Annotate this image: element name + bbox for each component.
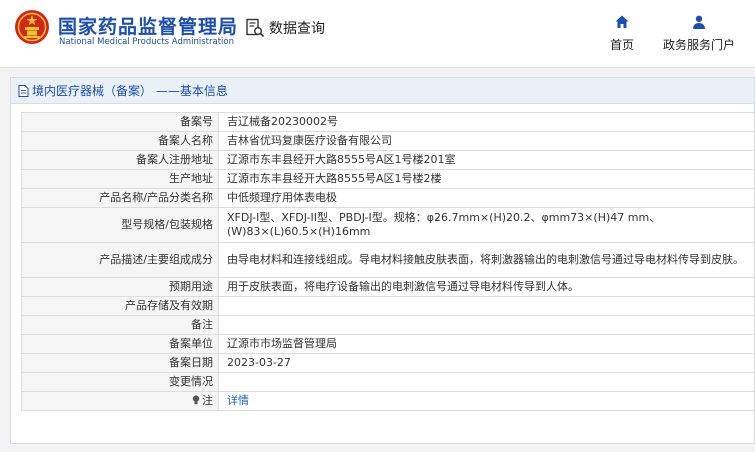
table-row: 产品描述/主要组成成分 由导电材料和连接线组成。导电材料接触皮肤表面，将刺激器输… <box>21 242 755 278</box>
field-value: 辽源市市场监督管理局 <box>218 334 755 354</box>
field-label: 生产地址 <box>21 169 219 189</box>
user-icon <box>693 15 705 29</box>
brand-name-en[interactable]: National Medical Products Administration <box>59 37 234 47</box>
site-header: 国家药品监督管理局 National Medical Products Admi… <box>0 0 755 68</box>
table-row: 型号规格/包装规格 XFDJ-I型、XFDJ-II型、PBDJ-I型。规格：φ2… <box>21 207 755 243</box>
field-label: 备案单位 <box>21 334 219 354</box>
field-value: 吉林省优玛复康医疗设备有限公司 <box>218 131 755 151</box>
field-label: 变更情况 <box>21 372 219 392</box>
table-row: 生产地址 辽源市东丰县经开大路8555号A区1号楼2楼 <box>21 169 755 189</box>
field-value <box>218 372 755 392</box>
brand-name-cn[interactable]: 国家药品监督管理局 <box>58 12 238 39</box>
table-row: 备案日期 2023-03-27 <box>21 353 755 373</box>
field-label: 备注 <box>21 315 219 335</box>
nav-home[interactable]: 首页 <box>606 14 638 53</box>
field-label: 备案人名称 <box>21 131 219 151</box>
search-document-icon <box>246 18 265 38</box>
field-value-cell: 详情 <box>218 391 755 411</box>
table-row: 预期用途 用于皮肤表面，将电疗设备输出的电刺激信号通过导电材料传导到人体。 <box>21 277 755 297</box>
field-value: 辽源市东丰县经开大路8555号A区1号楼2楼 <box>218 169 755 189</box>
table-row: 备案人名称 吉林省优玛复康医疗设备有限公司 <box>21 131 755 151</box>
data-query-label: 数据查询 <box>269 21 325 37</box>
field-value <box>218 296 755 316</box>
table-row: 产品存储及有效期 <box>21 296 755 316</box>
field-label: 产品名称/产品分类名称 <box>21 188 219 208</box>
field-label: 预期用途 <box>21 277 219 297</box>
field-value: 由导电材料和连接线组成。导电材料接触皮肤表面，将刺激器输出的电刺激信号通过导电材… <box>218 242 755 278</box>
record-table: 备案号 吉辽械备20230002号 备案人名称 吉林省优玛复康医疗设备有限公司 … <box>21 112 755 411</box>
field-label: 产品存储及有效期 <box>21 296 219 316</box>
field-value: 用于皮肤表面，将电疗设备输出的电刺激信号通过导电材料传导到人体。 <box>218 277 755 297</box>
lightbulb-icon <box>192 395 200 405</box>
nav-service-portal[interactable]: 政务服务门户 <box>655 14 743 53</box>
detail-panel: 境内医疗器械（备案） ——基本信息 备案号 吉辽械备20230002号 备案人名… <box>10 77 755 444</box>
field-label: 型号规格/包装规格 <box>21 207 219 243</box>
panel-title: 境内医疗器械（备案） ——基本信息 <box>32 84 228 98</box>
table-row: 注 详情 <box>21 391 755 411</box>
field-value: 吉辽械备20230002号 <box>218 112 755 132</box>
table-row: 备案单位 辽源市市场监督管理局 <box>21 334 755 354</box>
data-query-title: 数据查询 <box>245 18 325 38</box>
home-icon <box>615 15 629 28</box>
panel-header: 境内医疗器械（备案） ——基本信息 <box>11 78 754 104</box>
nav-portal-label: 政务服务门户 <box>662 38 735 52</box>
note-label-cell: 注 <box>21 391 219 411</box>
field-value: 2023-03-27 <box>218 353 755 373</box>
field-value: XFDJ-I型、XFDJ-II型、PBDJ-I型。规格：φ26.7mm×(H)2… <box>218 207 755 243</box>
field-label: 备案号 <box>21 112 219 132</box>
details-link[interactable]: 详情 <box>227 394 249 407</box>
document-icon <box>18 84 29 97</box>
table-row: 变更情况 <box>21 372 755 392</box>
nav-home-label: 首页 <box>609 38 634 52</box>
field-label: 备案人注册地址 <box>21 150 219 170</box>
field-value <box>218 315 755 335</box>
table-row: 产品名称/产品分类名称 中低频理疗用体表电极 <box>21 188 755 208</box>
table-row: 备案号 吉辽械备20230002号 <box>21 112 755 132</box>
field-value: 辽源市东丰县经开大路8555号A区1号楼201室 <box>218 150 755 170</box>
field-value: 中低频理疗用体表电极 <box>218 188 755 208</box>
field-label: 产品描述/主要组成成分 <box>21 242 219 278</box>
table-row: 备案人注册地址 辽源市东丰县经开大路8555号A区1号楼201室 <box>21 150 755 170</box>
field-label: 备案日期 <box>21 353 219 373</box>
field-label: 注 <box>202 394 213 407</box>
national-emblem-icon <box>15 10 49 44</box>
table-row: 备注 <box>21 315 755 335</box>
